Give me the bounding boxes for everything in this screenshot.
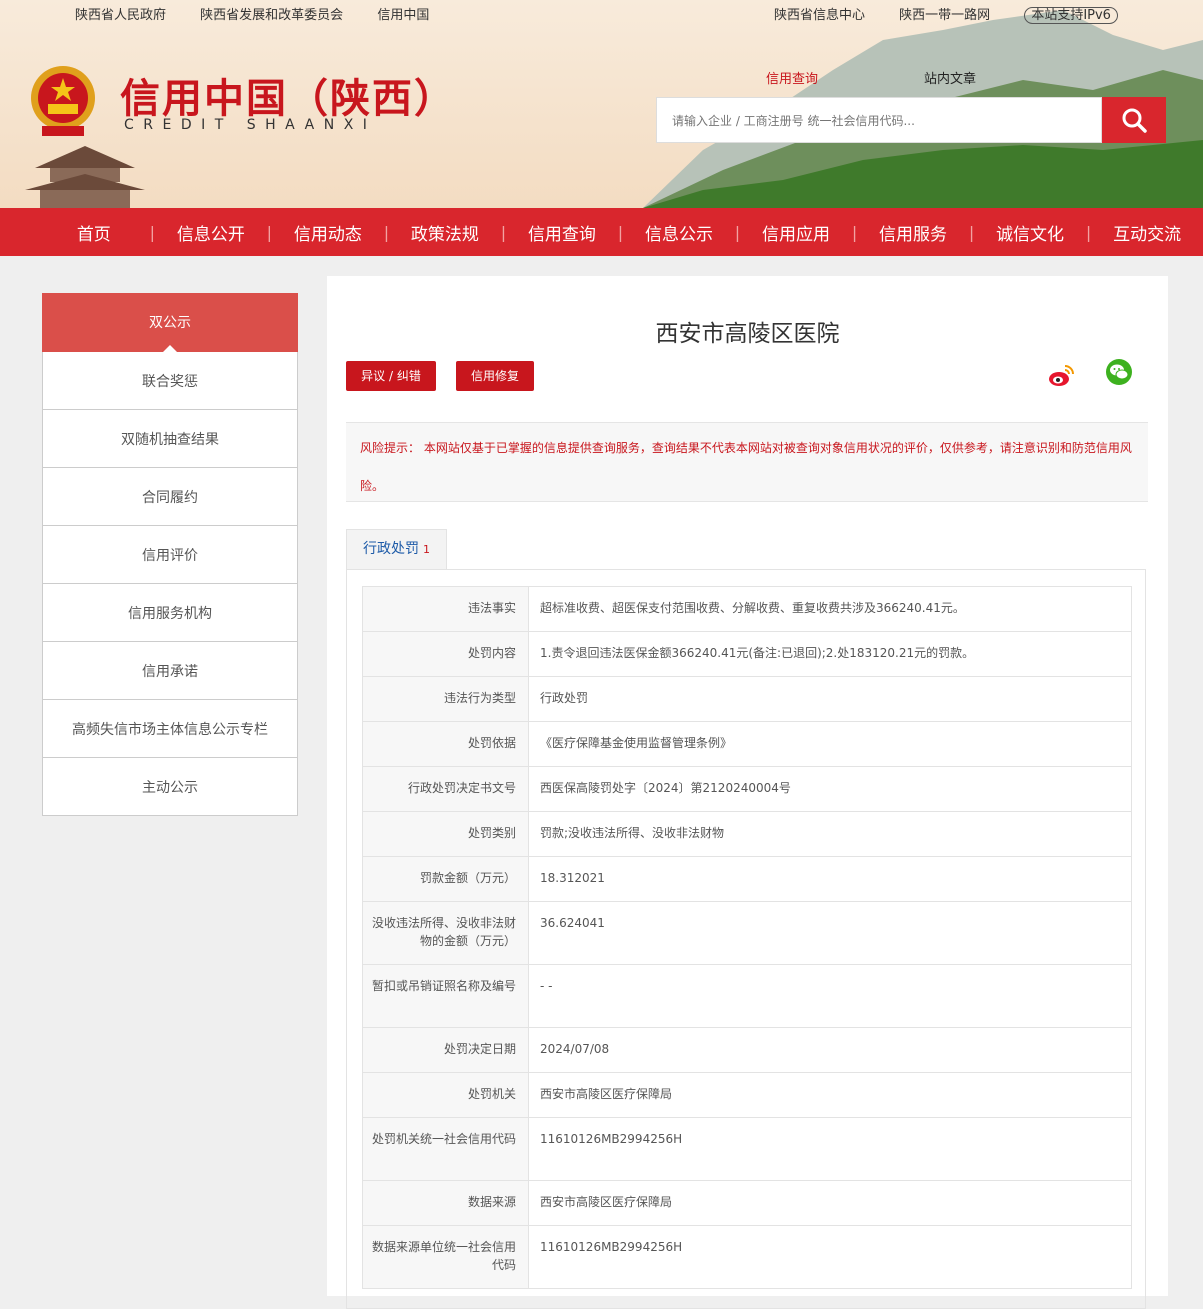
top-link-ndrc[interactable]: 陕西省发展和改革委员会 [200,8,343,23]
search-icon [1122,108,1147,133]
sidebar-item-double-publicity[interactable]: 双公示 [42,293,298,352]
row-value: 西安市高陵区医疗保障局 [528,1072,1132,1118]
table-row: 违法事实 超标准收费、超医保支付范围收费、分解收费、重复收费共涉及366240.4… [362,586,1132,632]
row-value: 11610126MB2994256H [528,1225,1132,1289]
tab-administrative-penalty[interactable]: 行政处罚 1 [346,529,447,569]
top-link-gov[interactable]: 陕西省人民政府 [75,8,166,23]
sidebar-item-frequent-dishonest[interactable]: 高频失信市场主体信息公示专栏 [42,700,298,758]
sidebar-item-contract[interactable]: 合同履约 [42,468,298,526]
table-row: 处罚决定日期 2024/07/08 [362,1027,1132,1073]
nav-integrity-culture[interactable]: 诚信文化 [974,220,1086,245]
table-row: 处罚类别 罚款;没收违法所得、没收非法财物 [362,811,1132,857]
search-tab-credit[interactable]: 信用查询 [766,72,818,87]
row-label: 违法事实 [362,586,529,632]
row-label: 数据来源单位统一社会信用代码 [362,1225,529,1289]
row-value: - - [528,964,1132,1028]
tab-content: 违法事实 超标准收费、超医保支付范围收费、分解收费、重复收费共涉及366240.4… [346,569,1146,1309]
table-row: 行政处罚决定书文号 西医保高陵罚处字〔2024〕第2120240004号 [362,766,1132,812]
row-label: 处罚机关统一社会信用代码 [362,1117,529,1181]
row-label: 没收违法所得、没收非法财物的金额（万元） [362,901,529,965]
table-row: 处罚机关统一社会信用代码 11610126MB2994256H [362,1117,1132,1181]
site-title: 信用中国（陕西） [120,75,456,122]
search-box [656,97,1102,144]
nav-credit-service[interactable]: 信用服务 [857,220,969,245]
search-tabs: 信用查询 站内文章 [766,68,976,87]
top-link-info-center[interactable]: 陕西省信息中心 [774,8,865,23]
sidebar-item-active-publicity[interactable]: 主动公示 [42,758,298,816]
top-link-credit-china[interactable]: 信用中国 [377,8,429,23]
row-label: 违法行为类型 [362,676,529,722]
top-links-left: 陕西省人民政府 陕西省发展和改革委员会 信用中国 [75,4,459,23]
top-links-right: 陕西省信息中心 陕西一带一路网 本站支持IPv6 [774,4,1148,24]
tab-label: 行政处罚 [363,541,419,557]
search-button[interactable] [1102,97,1166,143]
nav-home[interactable]: 首页 [38,220,150,245]
nav-credit-news[interactable]: 信用动态 [272,220,384,245]
table-row: 违法行为类型 行政处罚 [362,676,1132,722]
record-tabs: 行政处罚 1 违法事实 超标准收费、超医保支付范围收费、分解收费、重复收费共涉及36… [346,529,1148,1309]
site-subtitle: CREDIT SHAANXI [124,117,377,133]
row-value: 罚款;没收违法所得、没收非法财物 [528,811,1132,857]
table-row: 数据来源单位统一社会信用代码 11610126MB2994256H [362,1225,1132,1289]
table-row: 暂扣或吊销证照名称及编号 - - [362,964,1132,1028]
detail-panel: 西安市高陵区医院 异议 / 纠错 信用修复 风险提示： 本网站仅基于已掌握的信息… [327,276,1168,1309]
ipv6-badge: 本站支持IPv6 [1024,7,1118,24]
row-value: 西医保高陵罚处字〔2024〕第2120240004号 [528,766,1132,812]
sidebar-item-credit-rating[interactable]: 信用评价 [42,526,298,584]
row-label: 处罚类别 [362,811,529,857]
row-label: 罚款金额（万元） [362,856,529,902]
row-value: 行政处罚 [528,676,1132,722]
row-label: 处罚依据 [362,721,529,767]
pavilion-image [25,146,145,208]
row-label: 暂扣或吊销证照名称及编号 [362,964,529,1028]
sidebar-item-service-org[interactable]: 信用服务机构 [42,584,298,642]
row-value: 超标准收费、超医保支付范围收费、分解收费、重复收费共涉及366240.41元。 [528,586,1132,632]
penalty-table: 违法事实 超标准收费、超医保支付范围收费、分解收费、重复收费共涉及366240.4… [362,586,1132,1289]
sidebar-item-joint-reward[interactable]: 联合奖惩 [42,352,298,410]
national-emblem-icon [31,66,95,136]
nav-credit-query[interactable]: 信用查询 [506,220,618,245]
top-link-belt-road[interactable]: 陕西一带一路网 [899,8,990,23]
table-row: 数据来源 西安市高陵区医疗保障局 [362,1180,1132,1226]
wechat-icon[interactable] [1105,358,1133,386]
page-title: 西安市高陵区医院 [655,321,840,347]
row-label: 行政处罚决定书文号 [362,766,529,812]
row-value: 西安市高陵区医疗保障局 [528,1180,1132,1226]
sidebar-item-random-check[interactable]: 双随机抽查结果 [42,410,298,468]
row-label: 处罚决定日期 [362,1027,529,1073]
nav-interaction[interactable]: 互动交流 [1091,220,1203,245]
risk-notice: 风险提示： 本网站仅基于已掌握的信息提供查询服务，查询结果不代表本网站对被查询对… [346,422,1148,502]
row-label: 处罚机关 [362,1072,529,1118]
risk-notice-text: 风险提示： 本网站仅基于已掌握的信息提供查询服务，查询结果不代表本网站对被查询对… [360,441,1132,493]
search-tab-site[interactable]: 站内文章 [924,68,976,87]
row-value: 1.责令退回违法医保金额366240.41元(备注:已退回);2.处183120… [528,631,1132,677]
table-row: 没收违法所得、没收非法财物的金额（万元） 36.624041 [362,901,1132,965]
nav-credit-app[interactable]: 信用应用 [740,220,852,245]
sidebar-item-credit-promise[interactable]: 信用承诺 [42,642,298,700]
row-label: 处罚内容 [362,631,529,677]
main-nav: 首页 | 信息公开 | 信用动态 | 政策法规 | 信用查询 | 信息公示 | 信用应用 | … [0,208,1203,256]
credit-repair-button[interactable]: 信用修复 [456,361,534,391]
sidebar: 双公示 联合奖惩 双随机抽查结果 合同履约 信用评价 信用服务机构 信用承诺 高… [42,293,298,816]
objection-button[interactable]: 异议 / 纠错 [346,361,436,391]
tab-count-badge: 1 [423,543,430,556]
row-value: 36.624041 [528,901,1132,965]
table-row: 罚款金额（万元） 18.312021 [362,856,1132,902]
nav-policy[interactable]: 政策法规 [389,220,501,245]
row-label: 数据来源 [362,1180,529,1226]
nav-info-open[interactable]: 信息公开 [155,220,267,245]
site-header: 陕西省人民政府 陕西省发展和改革委员会 信用中国 陕西省信息中心 陕西一带一路网… [0,0,1203,208]
row-value: 18.312021 [528,856,1132,902]
table-row: 处罚依据 《医疗保障基金使用监督管理条例》 [362,721,1132,767]
search-input[interactable] [657,98,1094,144]
row-value: 《医疗保障基金使用监督管理条例》 [528,721,1132,767]
table-row: 处罚机关 西安市高陵区医疗保障局 [362,1072,1132,1118]
table-row: 处罚内容 1.责令退回违法医保金额366240.41元(备注:已退回);2.处18… [362,631,1132,677]
nav-info-publicity[interactable]: 信息公示 [623,220,735,245]
row-value: 2024/07/08 [528,1027,1132,1073]
weibo-icon[interactable] [1047,360,1077,390]
row-value: 11610126MB2994256H [528,1117,1132,1181]
